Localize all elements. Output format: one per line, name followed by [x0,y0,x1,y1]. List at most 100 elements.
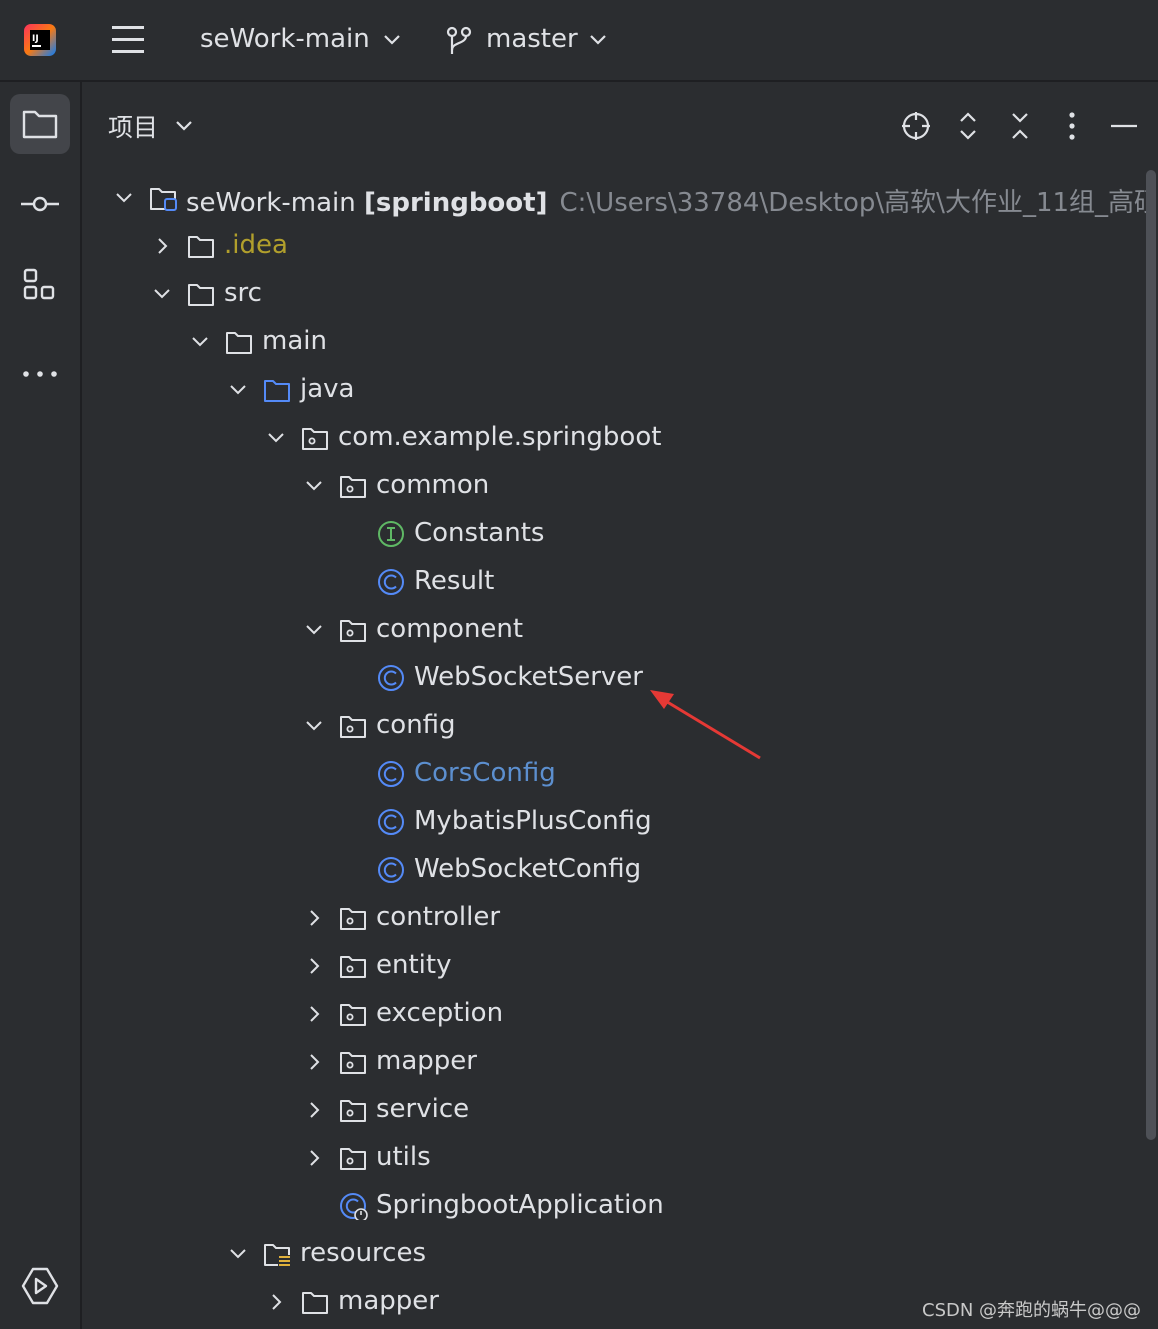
tree-row[interactable]: mapper [82,1038,1146,1086]
tree-row[interactable]: Constants [82,510,1146,558]
locate-icon[interactable] [900,110,932,142]
package-icon [340,620,366,642]
tree-row[interactable]: seWork-main [springboot] C:\Users\33784\D… [82,174,1146,222]
more-tools-button[interactable] [10,334,70,394]
main-menu-icon[interactable] [108,22,148,58]
tree-label: .idea [224,230,288,260]
hide-panel-icon[interactable] [1108,110,1140,142]
chevron-right-icon[interactable] [304,1100,324,1120]
tree-row[interactable]: common [82,462,1146,510]
chevron-down-icon[interactable] [228,380,248,400]
chevron-down-icon[interactable] [304,716,324,736]
tree-label: exception [376,998,503,1028]
tree-row[interactable]: utils [82,1134,1146,1182]
chevron-right-icon[interactable] [304,1148,324,1168]
tree-label: resources [300,1238,426,1268]
chevron-right-icon[interactable] [266,1292,286,1312]
tree-label: component [376,614,523,644]
chevron-down-icon[interactable] [380,30,404,50]
options-menu-icon[interactable] [1056,110,1088,142]
tree-label: WebSocketConfig [414,854,641,884]
structure-icon [23,268,55,300]
chevron-right-icon[interactable] [304,1052,324,1072]
tree-label: config [376,710,456,740]
tree-row[interactable]: WebSocketServer [82,654,1146,702]
tree-row[interactable]: SpringbootApplication [82,1182,1146,1230]
chevron-down-icon[interactable] [174,118,194,134]
tree-label: CorsConfig [414,758,556,788]
tree-row[interactable]: src [82,270,1146,318]
tree-row[interactable]: java [82,366,1146,414]
chevron-down-icon[interactable] [304,476,324,496]
tree-label-text: src [224,278,262,308]
tree-label-text: MybatisPlusConfig [414,806,652,836]
chevron-down-icon[interactable] [304,620,324,640]
expand-collapse-icon[interactable] [952,110,984,142]
tree-label: service [376,1094,469,1124]
tree-row[interactable]: WebSocketConfig [82,846,1146,894]
project-tool-button[interactable] [10,94,70,154]
project-tree[interactable]: seWork-main [springboot] C:\Users\33784\D… [82,174,1146,1329]
folder-icon [226,332,252,354]
package-icon [340,1148,366,1170]
chevron-down-icon[interactable] [114,188,134,208]
tree-row[interactable]: Result [82,558,1146,606]
branch-selector[interactable]: master [486,24,578,54]
tree-label: mapper [376,1046,477,1076]
commit-tool-button[interactable] [10,174,70,234]
vertical-scrollbar[interactable] [1146,170,1156,1140]
structure-tool-button[interactable] [10,254,70,314]
tree-row[interactable]: resources [82,1230,1146,1278]
services-tool-button[interactable] [10,1256,70,1316]
tree-label-text: .idea [224,230,288,260]
resources-folder-icon [264,1244,290,1266]
tree-label: java [300,374,354,404]
tree-row[interactable]: exception [82,990,1146,1038]
commit-icon [21,196,59,212]
tree-label: entity [376,950,451,980]
tree-row[interactable]: component [82,606,1146,654]
tree-row[interactable]: com.example.springboot [82,414,1146,462]
chevron-right-icon[interactable] [304,956,324,976]
chevron-right-icon[interactable] [304,1004,324,1024]
collapse-all-icon[interactable] [1004,110,1036,142]
project-selector[interactable]: seWork-main [200,24,370,54]
folder-icon [188,236,214,258]
chevron-down-icon[interactable] [266,428,286,448]
package-icon [340,1052,366,1074]
tree-row[interactable]: controller [82,894,1146,942]
tree-label: controller [376,902,500,932]
chevron-right-icon[interactable] [304,908,324,928]
svg-text:IJ: IJ [32,34,39,44]
intellij-logo-icon[interactable]: IJ [22,22,58,58]
tree-row[interactable]: entity [82,942,1146,990]
tree-label: Constants [414,518,544,548]
package-icon [340,908,366,930]
class-icon [378,809,404,835]
tree-label: com.example.springboot [338,422,661,452]
tree-label-text: exception [376,998,504,1028]
chevron-down-icon[interactable] [152,284,172,304]
tree-row[interactable]: config [82,702,1146,750]
git-branch-icon[interactable] [444,24,474,58]
panel-title[interactable]: 项目 [108,108,158,144]
interface-icon [378,521,404,547]
chevron-right-icon[interactable] [152,236,172,256]
tree-label-text: Constants [414,518,545,548]
tree-row[interactable]: service [82,1086,1146,1134]
tool-window-bar [0,82,82,1329]
class-icon [378,857,404,883]
tree-row[interactable]: .idea [82,222,1146,270]
chevron-down-icon[interactable] [190,332,210,352]
tree-label: seWork-main [springboot] C:\Users\33784\D… [186,182,1146,219]
package-icon [340,956,366,978]
chevron-down-icon[interactable] [228,1244,248,1264]
chevron-down-icon[interactable] [586,30,610,50]
tree-row[interactable]: CorsConfig [82,750,1146,798]
tree-label: WebSocketServer [414,662,643,692]
tree-label: mapper [338,1286,439,1316]
tree-row[interactable]: main [82,318,1146,366]
tree-row[interactable]: MybatisPlusConfig [82,798,1146,846]
annotation-arrow-icon [650,690,761,760]
module-name-badge: [springboot] [364,188,548,218]
